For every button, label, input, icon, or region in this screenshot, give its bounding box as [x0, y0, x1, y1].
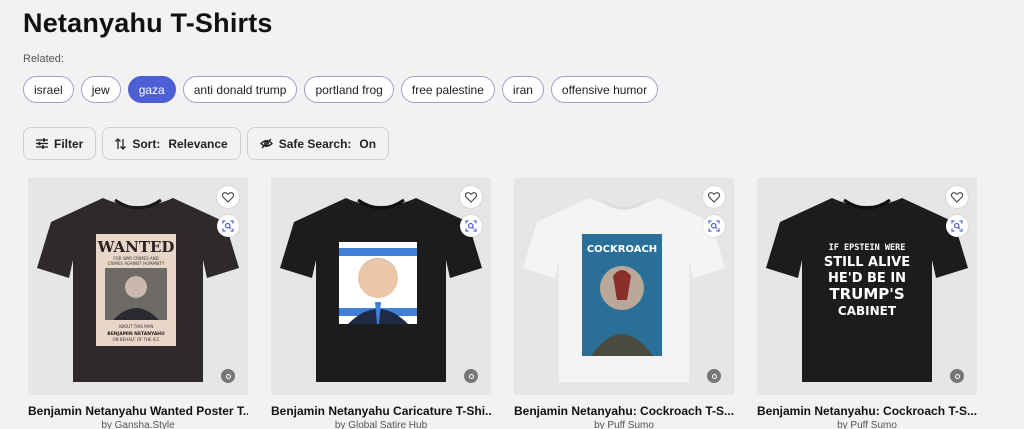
product-title[interactable]: Benjamin Netanyahu Wanted Poster T...	[28, 404, 248, 418]
filter-button[interactable]: Filter	[23, 127, 97, 160]
magnify-icon[interactable]	[946, 215, 968, 237]
safe-search-value: On	[359, 136, 377, 151]
product-card[interactable]: IF EPSTEIN WERE STILL ALIVE HE'D BE IN T…	[757, 178, 977, 429]
magnify-icon[interactable]	[460, 215, 482, 237]
related-label: Related:	[23, 53, 64, 65]
tag-chip-anti-donald-trump[interactable]: anti donald trump	[182, 76, 298, 103]
slogan-line-3: HE'D BE IN	[828, 271, 906, 286]
product-artist[interactable]: by Gansha.Style	[28, 420, 248, 429]
tag-chip-iran[interactable]: iran	[501, 76, 544, 103]
product-artist[interactable]: by Puff Sumo	[514, 420, 734, 429]
eye-slash-icon	[259, 138, 273, 149]
sort-arrows-icon	[115, 137, 127, 150]
info-icon	[707, 369, 721, 383]
product-grid: WANTED FOR WAR CRIMES AND CRIMES AGAINST…	[28, 178, 977, 429]
tag-chip-jew[interactable]: jew	[80, 76, 121, 103]
product-title[interactable]: Benjamin Netanyahu: Cockroach T-S...	[757, 404, 977, 418]
related-tags: israel jew gaza anti donald trump portla…	[23, 76, 659, 103]
slogan-line-5: CABINET	[838, 304, 897, 318]
heart-icon[interactable]	[217, 186, 239, 208]
product-image[interactable]	[271, 178, 491, 395]
tshirt-image: IF EPSTEIN WERE STILL ALIVE HE'D BE IN T…	[766, 198, 968, 382]
info-icon	[950, 369, 964, 383]
product-image[interactable]: IF EPSTEIN WERE STILL ALIVE HE'D BE IN T…	[757, 178, 977, 395]
sort-value: Relevance	[168, 136, 228, 151]
cockroach-title: COCKROACH	[587, 244, 657, 255]
info-icon	[221, 369, 235, 383]
tshirt-image: COCKROACH	[523, 198, 725, 382]
tag-chip-free-palestine[interactable]: free palestine	[400, 76, 495, 103]
info-icon	[464, 369, 478, 383]
tshirt-image: WANTED FOR WAR CRIMES AND CRIMES AGAINST…	[37, 198, 239, 382]
tag-chip-portland-frog[interactable]: portland frog	[304, 76, 394, 103]
product-artist[interactable]: by Puff Sumo	[757, 420, 977, 429]
heart-icon[interactable]	[946, 186, 968, 208]
slogan-line-2: STILL ALIVE	[824, 255, 910, 270]
safe-search-button[interactable]: Safe Search: On	[246, 127, 390, 160]
wanted-line-5: ON BEHALF OF THE ICC	[113, 337, 160, 342]
tshirt-image	[280, 198, 482, 382]
safe-search-label: Safe Search:	[278, 136, 352, 151]
magnify-icon[interactable]	[217, 215, 239, 237]
slogan-line-4: TRUMP'S	[829, 285, 904, 303]
product-artist[interactable]: by Global Satire Hub	[271, 420, 491, 429]
product-card[interactable]: WANTED FOR WAR CRIMES AND CRIMES AGAINST…	[28, 178, 248, 429]
product-card[interactable]: Benjamin Netanyahu Caricature T-Shi... b…	[271, 178, 491, 429]
product-image[interactable]: COCKROACH	[514, 178, 734, 395]
heart-icon[interactable]	[460, 186, 482, 208]
wanted-line-3: ABOUT THIS MAN	[119, 324, 154, 329]
magnify-icon[interactable]	[703, 215, 725, 237]
wanted-title: WANTED	[97, 238, 175, 256]
tag-chip-israel[interactable]: israel	[23, 76, 74, 103]
sliders-icon	[36, 138, 48, 149]
heart-icon[interactable]	[703, 186, 725, 208]
product-image[interactable]: WANTED FOR WAR CRIMES AND CRIMES AGAINST…	[28, 178, 248, 395]
product-title[interactable]: Benjamin Netanyahu Caricature T-Shi...	[271, 404, 491, 418]
tag-chip-gaza[interactable]: gaza	[127, 76, 176, 103]
slogan-line-1: IF EPSTEIN WERE	[829, 243, 906, 253]
toolbar: Filter Sort: Relevance Safe Search: On	[23, 127, 390, 160]
product-title[interactable]: Benjamin Netanyahu: Cockroach T-S...	[514, 404, 734, 418]
filter-label: Filter	[54, 136, 84, 151]
page-title: Netanyahu T-Shirts	[23, 8, 273, 38]
tag-chip-offensive-humor[interactable]: offensive humor	[550, 76, 659, 103]
sort-label: Sort:	[132, 136, 161, 151]
sort-button[interactable]: Sort: Relevance	[102, 127, 241, 160]
product-card[interactable]: COCKROACH Benjamin Netanyahu: Cockroach …	[514, 178, 734, 429]
wanted-line-2: CRIMES AGAINST HUMANITY	[108, 261, 165, 266]
